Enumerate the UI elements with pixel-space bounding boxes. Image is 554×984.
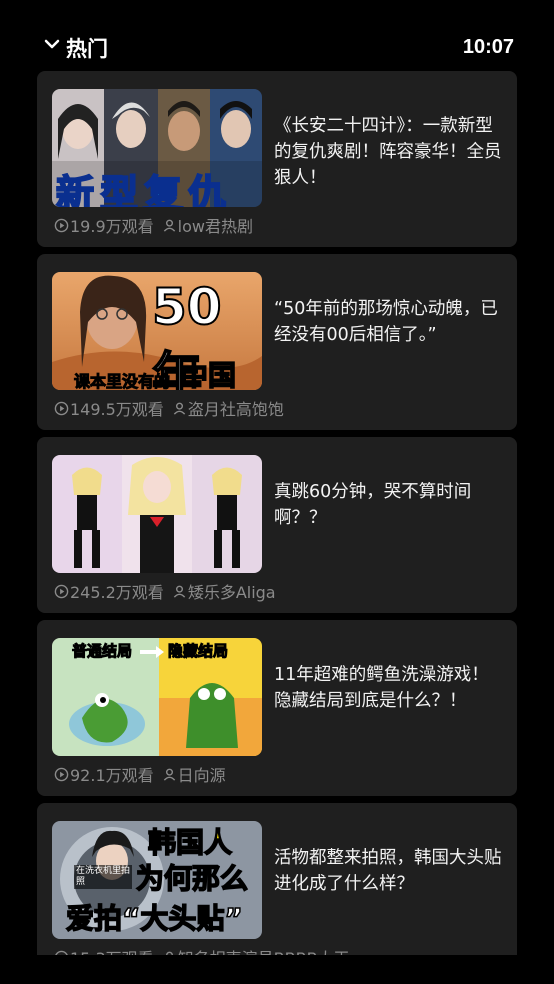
video-title[interactable]: 活物都整来拍照，韩国大头贴进化成了什么样？ — [274, 845, 502, 897]
play-count-icon — [54, 218, 69, 232]
top-bar: 热门 10:07 — [0, 0, 554, 70]
video-card[interactable]: 50年 课本里没有的 中国 “50年前的那场惊心动魄，已经没有00后相信了。” … — [37, 254, 517, 430]
page-title[interactable]: 热门 — [66, 33, 108, 63]
video-title[interactable]: 《长安二十四计》：一款新型的复仇爽剧！阵容豪华！全员狠人！ — [274, 113, 502, 191]
user-icon — [173, 585, 185, 598]
play-count-icon — [54, 401, 69, 415]
thumbnail-line-2: 为何那么 — [135, 861, 249, 896]
view-count: 15.3万观看 — [70, 945, 154, 955]
video-meta: 149.5万观看 盗月社高饱饱 — [54, 397, 284, 419]
author-name: 知名相声演员BBBB大王 — [178, 945, 350, 955]
video-title[interactable]: 真跳60分钟，哭不算时间啊？？ — [274, 479, 502, 531]
video-card[interactable]: 在洗衣机里拍照 韩国人 为何那么 爱拍“大头贴” 活物都整来拍照，韩国大头贴进化… — [37, 803, 517, 955]
video-thumbnail[interactable] — [52, 455, 262, 573]
video-thumbnail[interactable]: 在洗衣机里拍照 韩国人 为何那么 爱拍“大头贴” — [52, 821, 262, 939]
clock: 10:07 — [462, 36, 514, 58]
thumbnail-subcaption-2: 中国 — [179, 358, 237, 390]
video-meta: 19.9万观看 low君热剧 — [54, 214, 253, 236]
user-icon — [163, 768, 175, 781]
video-thumbnail[interactable]: 新型复仇 — [52, 89, 262, 207]
video-meta: 92.1万观看 日向源 — [54, 763, 226, 785]
view-count: 245.2万观看 — [70, 583, 164, 602]
bottom-mask — [0, 955, 554, 984]
video-title[interactable]: 11年超难的鳄鱼洗澡游戏！隐藏结局到底是什么？！ — [274, 662, 502, 714]
play-count-icon — [54, 767, 69, 781]
thumbnail-line-3: 爱拍“大头贴” — [65, 901, 243, 936]
author-name: low君热剧 — [177, 217, 253, 236]
thumbnail-right-label: 隐藏结局 — [167, 642, 229, 661]
view-count: 19.9万观看 — [70, 217, 154, 236]
author-name: 日向源 — [177, 766, 226, 785]
play-count-icon — [54, 584, 69, 598]
video-card[interactable]: 真跳60分钟，哭不算时间啊？？ 245.2万观看 矮乐多Aliga — [37, 437, 517, 613]
view-count: 149.5万观看 — [70, 400, 164, 419]
thumbnail-subcaption: 课本里没有的 — [73, 372, 171, 391]
video-title[interactable]: “50年前的那场惊心动魄，已经没有00后相信了。” — [274, 296, 502, 348]
chevron-down-icon[interactable] — [44, 36, 60, 52]
video-thumbnail[interactable]: 普通结局 隐藏结局 — [52, 638, 262, 756]
author-name: 盗月社高饱饱 — [187, 400, 284, 419]
video-card[interactable]: 普通结局 隐藏结局 11年超难的鳄鱼洗澡游戏！隐藏结局到底是什么？！ 92.1万… — [37, 620, 517, 796]
video-card[interactable]: 新型复仇 《长安二十四计》：一款新型的复仇爽剧！阵容豪华！全员狠人！ 19.9万… — [37, 71, 517, 247]
thumbnail-tag: 在洗衣机里拍照 — [74, 865, 132, 889]
video-meta: 15.3万观看 知名相声演员BBBB大王 — [54, 946, 350, 955]
author-name: 矮乐多Aliga — [187, 583, 276, 602]
video-list: 新型复仇 《长安二十四计》：一款新型的复仇爽剧！阵容豪华！全员狠人！ 19.9万… — [37, 71, 517, 955]
thumbnail-line-1: 韩国人 — [147, 825, 233, 860]
thumbnail-left-label: 普通结局 — [71, 642, 133, 661]
thumbnail-caption: 新型复仇 — [55, 171, 233, 207]
user-icon — [173, 402, 185, 415]
video-thumbnail[interactable]: 50年 课本里没有的 中国 — [52, 272, 262, 390]
view-count: 92.1万观看 — [70, 766, 154, 785]
user-icon — [163, 219, 175, 232]
video-meta: 245.2万观看 矮乐多Aliga — [54, 580, 276, 602]
